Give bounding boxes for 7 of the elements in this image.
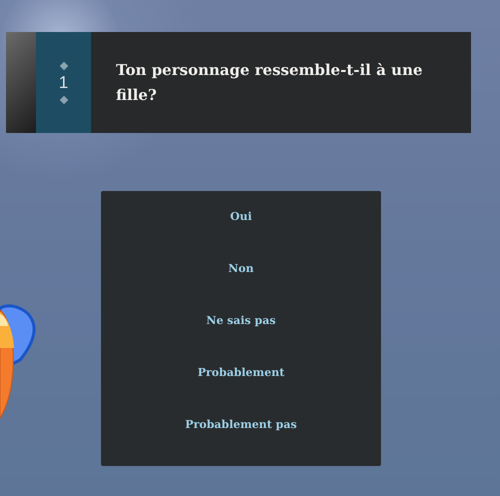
question-number: 1 (58, 72, 68, 92)
answer-button[interactable]: Probablement (190, 363, 292, 383)
question-text: Ton personnage ressemble-t-il à une fille? (116, 60, 424, 106)
answer-button[interactable]: Non (220, 259, 262, 279)
answer-button[interactable]: Probablement pas (177, 415, 305, 435)
answer-button[interactable]: Oui (222, 207, 260, 227)
answer-button[interactable]: Ne sais pas (198, 311, 284, 331)
